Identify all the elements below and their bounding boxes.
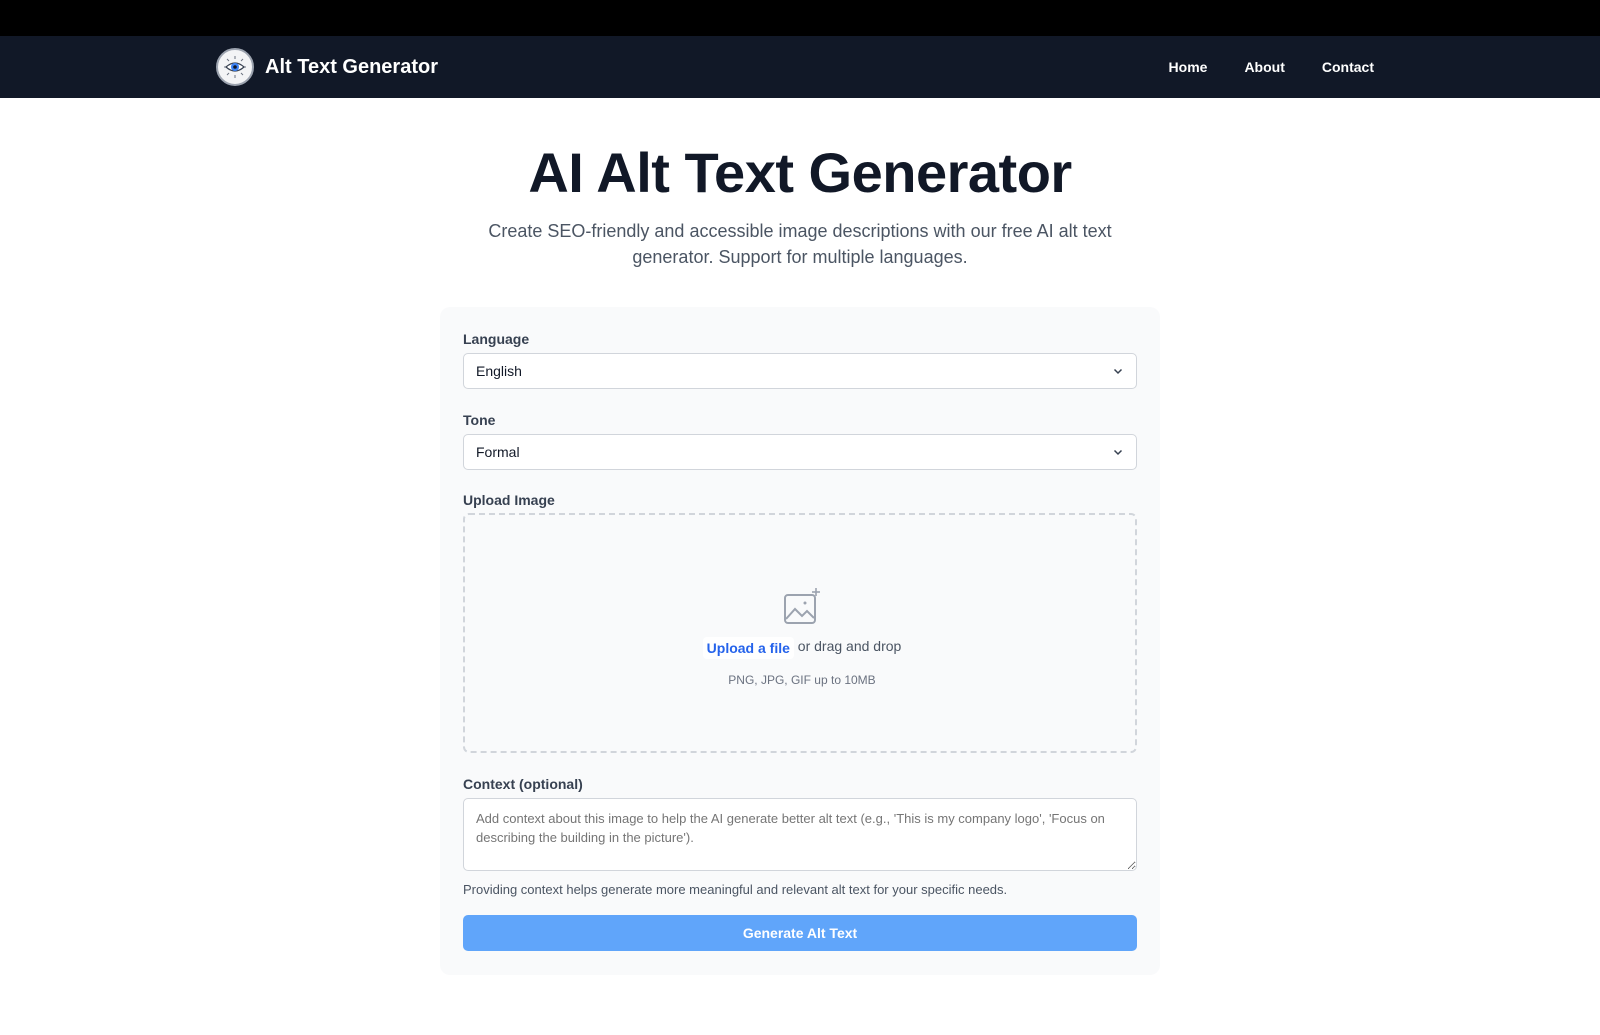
nav-home[interactable]: Home [1169, 59, 1208, 75]
context-label: Context (optional) [463, 776, 583, 792]
chevron-down-icon [1113, 368, 1123, 375]
generate-button[interactable]: Generate Alt Text [463, 915, 1137, 951]
brand-name: Alt Text Generator [265, 55, 438, 78]
chevron-down-icon [1113, 449, 1123, 456]
top-strip [0, 0, 1600, 36]
language-value: English [476, 363, 522, 379]
tone-value: Formal [476, 444, 520, 460]
generator-form: Language English Tone Formal Upload Imag… [440, 307, 1160, 975]
language-select[interactable]: English [463, 353, 1137, 389]
upload-label: Upload Image [463, 492, 555, 508]
upload-prompt: Upload a file or drag and drop [465, 635, 1139, 659]
image-add-icon [784, 588, 820, 624]
eye-icon [216, 48, 254, 86]
brand[interactable]: Alt Text Generator [216, 42, 438, 92]
upload-file-link[interactable]: Upload a file [702, 637, 794, 659]
context-textarea[interactable] [463, 798, 1137, 871]
drag-drop-text: or drag and drop [797, 638, 902, 654]
page-title: AI Alt Text Generator [528, 141, 1072, 204]
upload-hint: PNG, JPG, GIF up to 10MB [728, 673, 876, 687]
tone-select[interactable]: Formal [463, 434, 1137, 470]
page-subtitle: Create SEO-friendly and accessible image… [488, 221, 1112, 267]
tone-label: Tone [463, 412, 496, 428]
upload-dropzone[interactable]: Upload a file or drag and drop PNG, JPG,… [463, 513, 1137, 753]
context-help: Providing context helps generate more me… [463, 882, 1008, 897]
nav-contact[interactable]: Contact [1322, 59, 1374, 75]
main-nav: Home About Contact [1132, 36, 1374, 98]
language-label: Language [463, 331, 530, 347]
nav-about[interactable]: About [1244, 59, 1284, 75]
navbar: Alt Text Generator Home About Contact [0, 36, 1600, 98]
